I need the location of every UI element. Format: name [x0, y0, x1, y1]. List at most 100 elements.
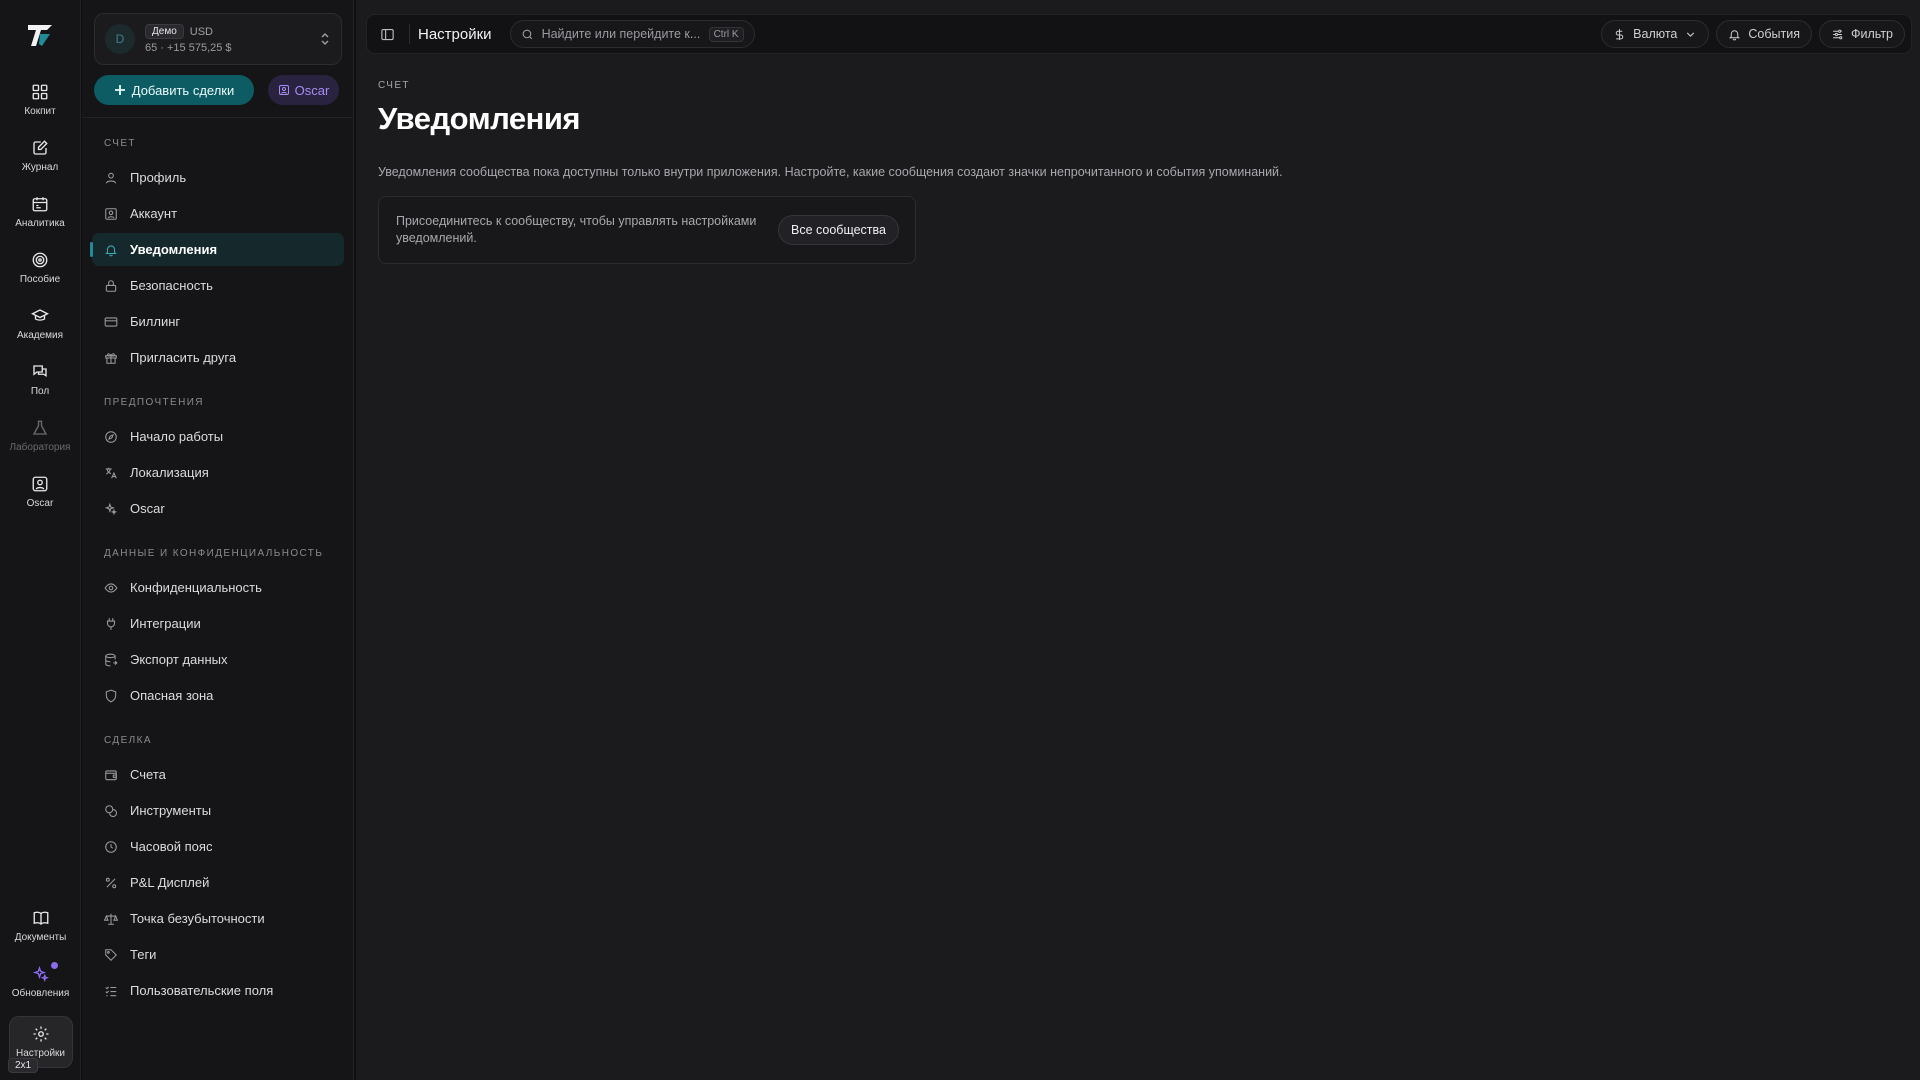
rail-item-guide[interactable]: Пособие — [4, 240, 76, 296]
chat-icon — [33, 365, 47, 378]
menu-item-label: Пользовательские поля — [130, 983, 274, 998]
menu-item-getting-started[interactable]: Начало работы — [92, 420, 344, 453]
menu-item-label: Локализация — [130, 465, 209, 480]
rail-item-label: Пол — [30, 386, 50, 397]
sparkles-icon — [32, 965, 49, 982]
list-check-icon — [105, 986, 117, 996]
sidebar-toggle-button[interactable] — [373, 20, 401, 48]
menu-item-instruments[interactable]: Инструменты — [92, 794, 344, 827]
menu-item-label: Биллинг — [130, 314, 181, 329]
menu-item-timezone[interactable]: Часовой пояс — [92, 830, 344, 863]
rail-item-docs[interactable]: Документы — [5, 898, 77, 954]
menu-item-label: Пригласить друга — [130, 350, 237, 365]
menu-item-account[interactable]: Аккаунт — [92, 197, 344, 230]
rail-nav: Кокпит Журнал Аналитика Пособие Академия… — [0, 72, 80, 520]
rail-item-label: Кокпит — [24, 106, 56, 117]
rail-item-lab[interactable]: Лаборатория — [4, 408, 76, 464]
menu-item-tags[interactable]: Теги — [92, 938, 344, 971]
menu-item-accounts[interactable]: Счета — [92, 758, 344, 791]
rail-item-label: Документы — [14, 932, 67, 943]
events-button[interactable]: События — [1716, 20, 1812, 48]
demo-badge: Демо — [145, 24, 184, 39]
menu-item-notifications[interactable]: Уведомления — [90, 233, 344, 266]
menu-item-label: Безопасность — [130, 278, 213, 293]
add-trades-label: Добавить сделки — [131, 82, 235, 98]
menu-item-data-export[interactable]: Экспорт данных — [92, 643, 344, 676]
menu-item-pnl-display[interactable]: P&L Дисплей — [92, 866, 344, 899]
percent-icon — [105, 877, 117, 888]
menu-item-label: Точка безубыточности — [130, 911, 265, 926]
menu-item-oscar[interactable]: Oscar — [92, 492, 344, 525]
rail-item-updates[interactable]: Обновления — [5, 954, 77, 1010]
page-title: Уведомления — [378, 101, 581, 136]
search-placeholder: Найдите или перейдите к... — [541, 27, 701, 41]
menu-item-localization[interactable]: Локализация — [92, 456, 344, 489]
scale-icon — [104, 913, 118, 925]
tag-icon — [105, 948, 117, 961]
gear-icon — [33, 1026, 48, 1042]
menu-item-custom-fields[interactable]: Пользовательские поля — [92, 974, 344, 1007]
rail-item-label: Обновления — [11, 988, 70, 999]
menu-item-breakeven[interactable]: Точка безубыточности — [92, 902, 344, 935]
flask-icon — [32, 420, 48, 435]
community-card: Присоединитесь к сообществу, чтобы управ… — [378, 196, 916, 264]
wallet-icon — [105, 769, 117, 780]
brand-logo-icon[interactable] — [23, 18, 57, 52]
menu-item-security[interactable]: Безопасность — [92, 269, 344, 302]
user-icon — [105, 172, 117, 184]
menu-item-profile[interactable]: Профиль — [92, 161, 344, 194]
rail-item-academy[interactable]: Академия — [4, 296, 76, 352]
events-label: События — [1748, 27, 1800, 41]
add-trades-button[interactable]: Добавить сделки — [94, 75, 254, 105]
menu-item-label: Опасная зона — [130, 688, 214, 703]
notifications-content: СЧЕТ Уведомления Уведомления сообщества … — [378, 80, 1283, 264]
account-meta: Демо USD — [145, 24, 309, 39]
menu-item-label: Аккаунт — [130, 206, 178, 221]
credit-card-icon — [104, 316, 118, 327]
oscar-button[interactable]: Oscar — [268, 75, 339, 105]
sidebar-toggle-icon — [380, 28, 394, 40]
rail-item-label: Пособие — [19, 274, 61, 285]
menu-item-integrations[interactable]: Интеграции — [92, 607, 344, 640]
settings-menu: Счет Профиль Аккаунт Уведомления Безопас… — [90, 128, 344, 1010]
rail-item-oscar[interactable]: Oscar — [4, 464, 76, 520]
rail-item-label: Oscar — [26, 498, 54, 509]
page-description: Уведомления сообщества пока доступны тол… — [378, 165, 1283, 179]
sliders-icon — [1833, 29, 1843, 39]
rail-item-floor[interactable]: Пол — [4, 352, 76, 408]
menu-item-invite[interactable]: Пригласить друга — [92, 341, 344, 374]
calendar-icon — [32, 197, 48, 212]
sparkles-icon — [104, 502, 118, 515]
oscar-icon — [32, 476, 48, 492]
clock-icon — [105, 840, 117, 853]
coins-icon — [105, 804, 118, 817]
rail-item-cockpit[interactable]: Кокпит — [4, 72, 76, 128]
menu-item-billing[interactable]: Биллинг — [92, 305, 344, 338]
zoom-badge: 2x1 — [8, 1058, 39, 1073]
menu-item-label: Уведомления — [130, 242, 218, 257]
search-icon — [522, 29, 532, 39]
account-switcher[interactable]: D Демо USD 65 · +15 575,25 $ — [94, 13, 342, 65]
rail-item-analytics[interactable]: Аналитика — [4, 184, 76, 240]
search-input[interactable]: Найдите или перейдите к... Ctrl K — [509, 20, 755, 48]
menu-item-label: Профиль — [130, 170, 187, 185]
settings-sidebar: D Демо USD 65 · +15 575,25 $ Добавить сд… — [82, 0, 354, 1080]
filter-button[interactable]: Фильтр — [1819, 20, 1905, 48]
dollar-icon — [1615, 28, 1624, 40]
divider — [409, 24, 410, 44]
oscar-label: Oscar — [294, 82, 330, 98]
menu-item-label: Начало работы — [130, 429, 224, 444]
menu-item-danger-zone[interactable]: Опасная зона — [92, 679, 344, 712]
graduation-cap-icon — [31, 309, 49, 321]
section-title-trade: Сделка — [104, 735, 152, 746]
chevron-down-icon — [1687, 31, 1695, 37]
menu-item-privacy[interactable]: Конфиденциальность — [92, 571, 344, 604]
book-icon — [33, 911, 48, 925]
all-communities-button[interactable]: Все сообщества — [778, 215, 899, 245]
plus-icon — [114, 85, 125, 95]
rail-item-journal[interactable]: Журнал — [4, 128, 76, 184]
oscar-icon — [278, 85, 289, 95]
unread-dot — [50, 962, 58, 969]
currency-dropdown[interactable]: Валюта — [1601, 20, 1710, 48]
gift-icon — [105, 352, 117, 364]
